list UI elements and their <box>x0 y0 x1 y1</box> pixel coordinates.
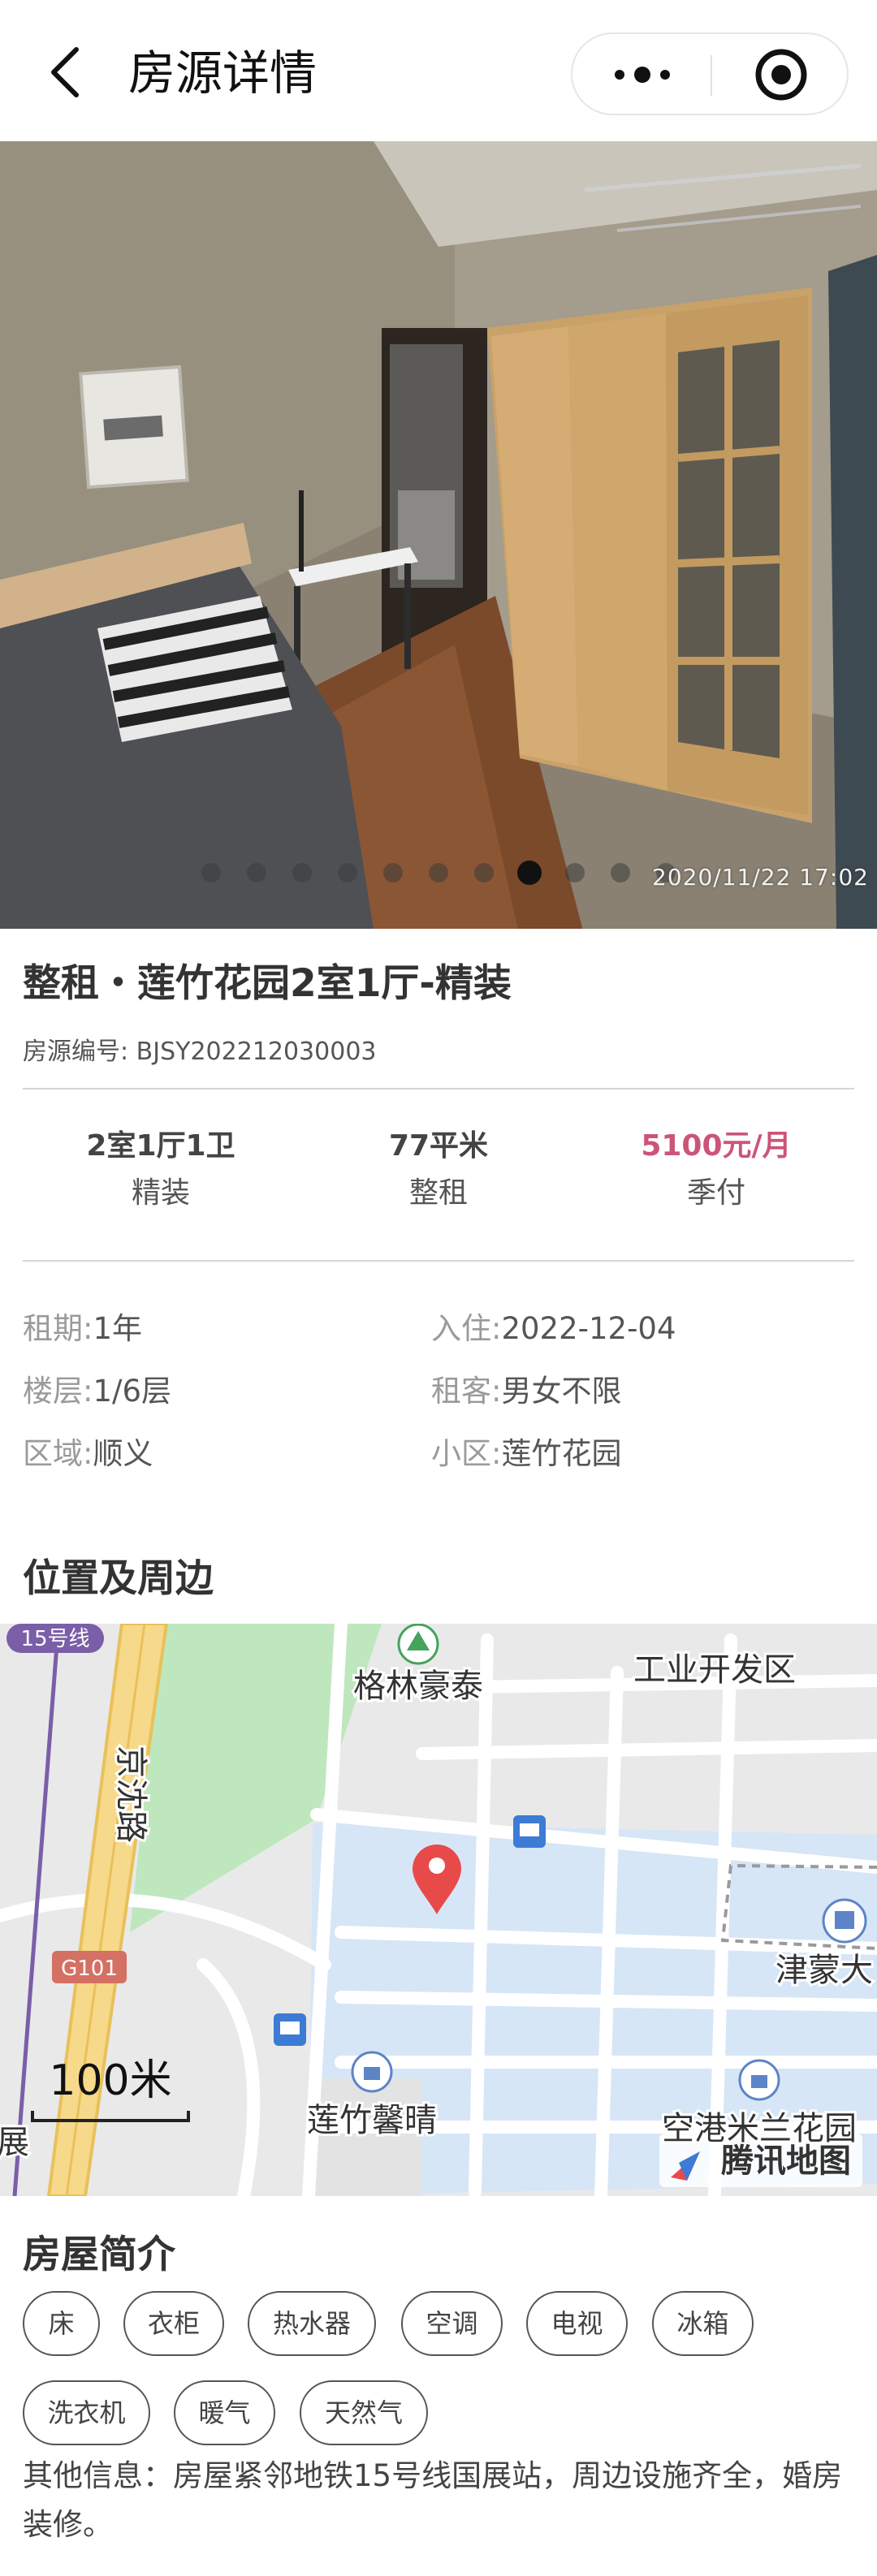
map-label-glhr: 格林豪泰 <box>353 1668 483 1705</box>
detail-value: 男女不限 <box>501 1374 622 1409</box>
amenity-tag: 电视 <box>526 2291 628 2356</box>
listing-title: 整租・莲竹花园2室1厅-精装 <box>23 961 512 1006</box>
carousel-dot[interactable] <box>201 863 221 882</box>
stat-price-value: 5100元/月 <box>641 1129 792 1163</box>
carousel-dot[interactable] <box>565 863 585 882</box>
map-label-lzxq: 莲竹馨晴 <box>307 2102 437 2139</box>
carousel-dot[interactable] <box>611 863 630 882</box>
detail-floor: 楼层:1/6层 <box>23 1371 171 1412</box>
map-brand-label: 腾讯地图 <box>721 2142 851 2180</box>
divider <box>23 1260 854 1262</box>
stat-sub: 整租 <box>408 1176 468 1210</box>
amenity-tag: 天然气 <box>300 2380 428 2445</box>
location-section-title: 位置及周边 <box>23 1556 214 1601</box>
detail-value: 顺义 <box>93 1436 153 1471</box>
carousel-dot[interactable] <box>517 861 542 885</box>
detail-label: 租客: <box>431 1374 502 1409</box>
detail-label: 租期: <box>23 1311 93 1346</box>
listing-id: 房源编号: BJSY202212030003 <box>23 1031 377 1067</box>
amenity-tag: 空调 <box>401 2291 503 2356</box>
intro-section-title: 房屋简介 <box>23 2233 175 2277</box>
amenity-tag: 床 <box>23 2291 100 2356</box>
map-label-line15: 15号线 <box>20 1627 89 1651</box>
listing-id-label: 房源编号: <box>23 1038 129 1066</box>
map-label-zhan: 展 <box>0 2124 29 2161</box>
carousel-dot[interactable] <box>383 863 403 882</box>
detail-label: 楼层: <box>23 1374 93 1409</box>
page-title: 房源详情 <box>128 45 318 101</box>
carousel-dot[interactable] <box>247 863 266 882</box>
detail-value: 莲竹花园 <box>501 1436 622 1471</box>
map-canvas: 15号线 G101 格林豪泰 工业开发区 津蒙大 莲竹馨晴 空港米兰花园 展 1… <box>0 1624 877 2196</box>
detail-tenant: 租客:男女不限 <box>431 1371 621 1412</box>
stat-sub: 季付 <box>686 1176 745 1210</box>
amenity-tag: 热水器 <box>248 2291 376 2356</box>
stat-sub: 精装 <box>131 1176 190 1210</box>
stat-area: 77平米 整租 <box>300 1124 577 1218</box>
photo-timestamp: 2020/11/22 17:02 <box>652 864 869 891</box>
detail-value: 2022-12-04 <box>501 1311 676 1346</box>
detail-lease-term: 租期:1年 <box>23 1309 142 1349</box>
more-dots-icon <box>615 67 670 83</box>
nav-bar: 房源详情 <box>0 0 877 141</box>
detail-label: 小区: <box>431 1436 502 1471</box>
location-map[interactable]: 15号线 G101 格林豪泰 工业开发区 津蒙大 莲竹馨晴 空港米兰花园 展 1… <box>0 1624 877 2196</box>
amenity-tag: 洗衣机 <box>23 2380 150 2445</box>
back-button[interactable] <box>32 36 97 109</box>
detail-label: 入住: <box>431 1311 502 1346</box>
detail-label: 区域: <box>23 1436 93 1471</box>
photo-carousel[interactable]: 2020/11/22 17:02 <box>0 141 877 929</box>
listing-id-value: BJSY202212030003 <box>136 1038 377 1066</box>
room-photo <box>0 141 877 929</box>
map-label-road: 京沈路 <box>112 1745 149 1843</box>
map-label-jinmeng: 津蒙大 <box>775 1952 873 1989</box>
carousel-dot[interactable] <box>429 863 448 882</box>
stat-price: 5100元/月 季付 <box>578 1124 854 1218</box>
detail-community: 小区:莲竹花园 <box>431 1434 621 1474</box>
chevron-left-icon <box>51 47 79 97</box>
carousel-dot[interactable] <box>292 863 312 882</box>
map-label-g101: G101 <box>61 1957 118 1981</box>
map-scale-label: 100米 <box>49 2056 171 2105</box>
capsule-divider <box>711 55 712 96</box>
stat-layout: 2室1厅1卫 精装 <box>23 1124 299 1218</box>
stat-main: 77平米 <box>388 1129 489 1163</box>
target-icon <box>755 49 807 101</box>
divider <box>23 1088 854 1090</box>
stat-main: 2室1厅1卫 <box>86 1129 235 1163</box>
map-label-industrial: 工业开发区 <box>633 1651 796 1689</box>
detail-district: 区域:顺义 <box>23 1434 153 1474</box>
carousel-dot[interactable] <box>474 863 494 882</box>
detail-value: 1年 <box>93 1311 143 1346</box>
mini-program-capsule <box>571 32 849 115</box>
close-program-button[interactable] <box>743 47 819 102</box>
more-button[interactable] <box>602 50 683 99</box>
detail-value: 1/6层 <box>93 1374 172 1409</box>
amenity-tag: 衣柜 <box>123 2291 224 2356</box>
key-stats: 2室1厅1卫 精装 77平米 整租 5100元/月 季付 <box>23 1124 854 1221</box>
detail-move-in: 入住:2022-12-04 <box>431 1309 676 1349</box>
amenity-tag: 暖气 <box>174 2380 275 2445</box>
other-info-text: 其他信息：房屋紧邻地铁15号线国展站，周边设施齐全，婚房装修。 <box>23 2458 843 2542</box>
carousel-dot[interactable] <box>338 863 357 882</box>
amenity-tag: 冰箱 <box>652 2291 754 2356</box>
